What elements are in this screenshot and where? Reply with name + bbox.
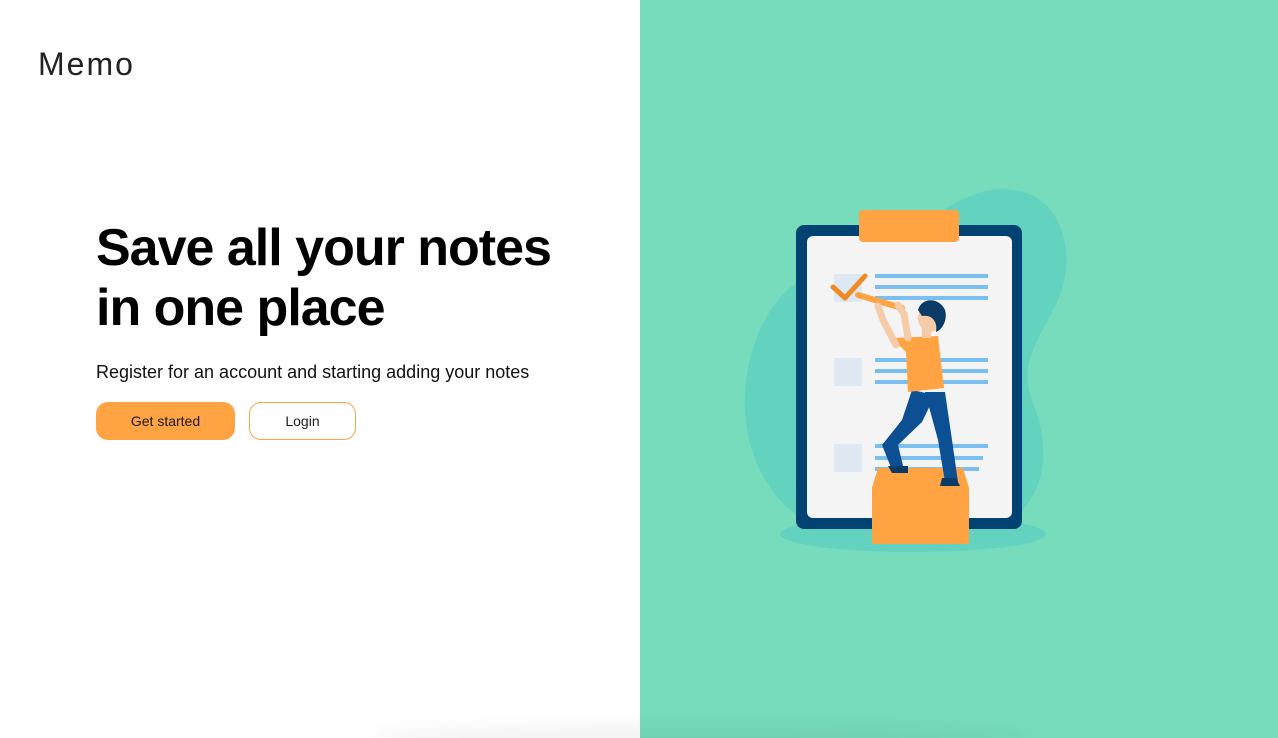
illustration-panel — [640, 0, 1278, 738]
get-started-button[interactable]: Get started — [96, 402, 235, 440]
hero-subtitle: Register for an account and starting add… — [96, 362, 530, 382]
checkbox-2 — [834, 358, 862, 386]
clipboard-checklist-illustration-icon — [640, 0, 1278, 738]
hero-content: Save all your notes in one place Registe… — [96, 218, 616, 440]
clipboard-clip — [859, 210, 959, 242]
checkbox-3 — [834, 444, 862, 472]
hero-headline-line2: in one place — [96, 279, 386, 337]
landing-page: Memo Save all your notes in one place Re… — [0, 0, 1278, 738]
hero-headline-line1: Save all your notes — [96, 219, 552, 277]
login-button[interactable]: Login — [249, 402, 356, 440]
hero-section: Memo Save all your notes in one place Re… — [0, 0, 640, 738]
hero-headline: Save all your notes in one place — [96, 218, 616, 338]
hero-actions: Get started Login — [96, 402, 616, 440]
brand-logo[interactable]: Memo — [38, 46, 135, 83]
